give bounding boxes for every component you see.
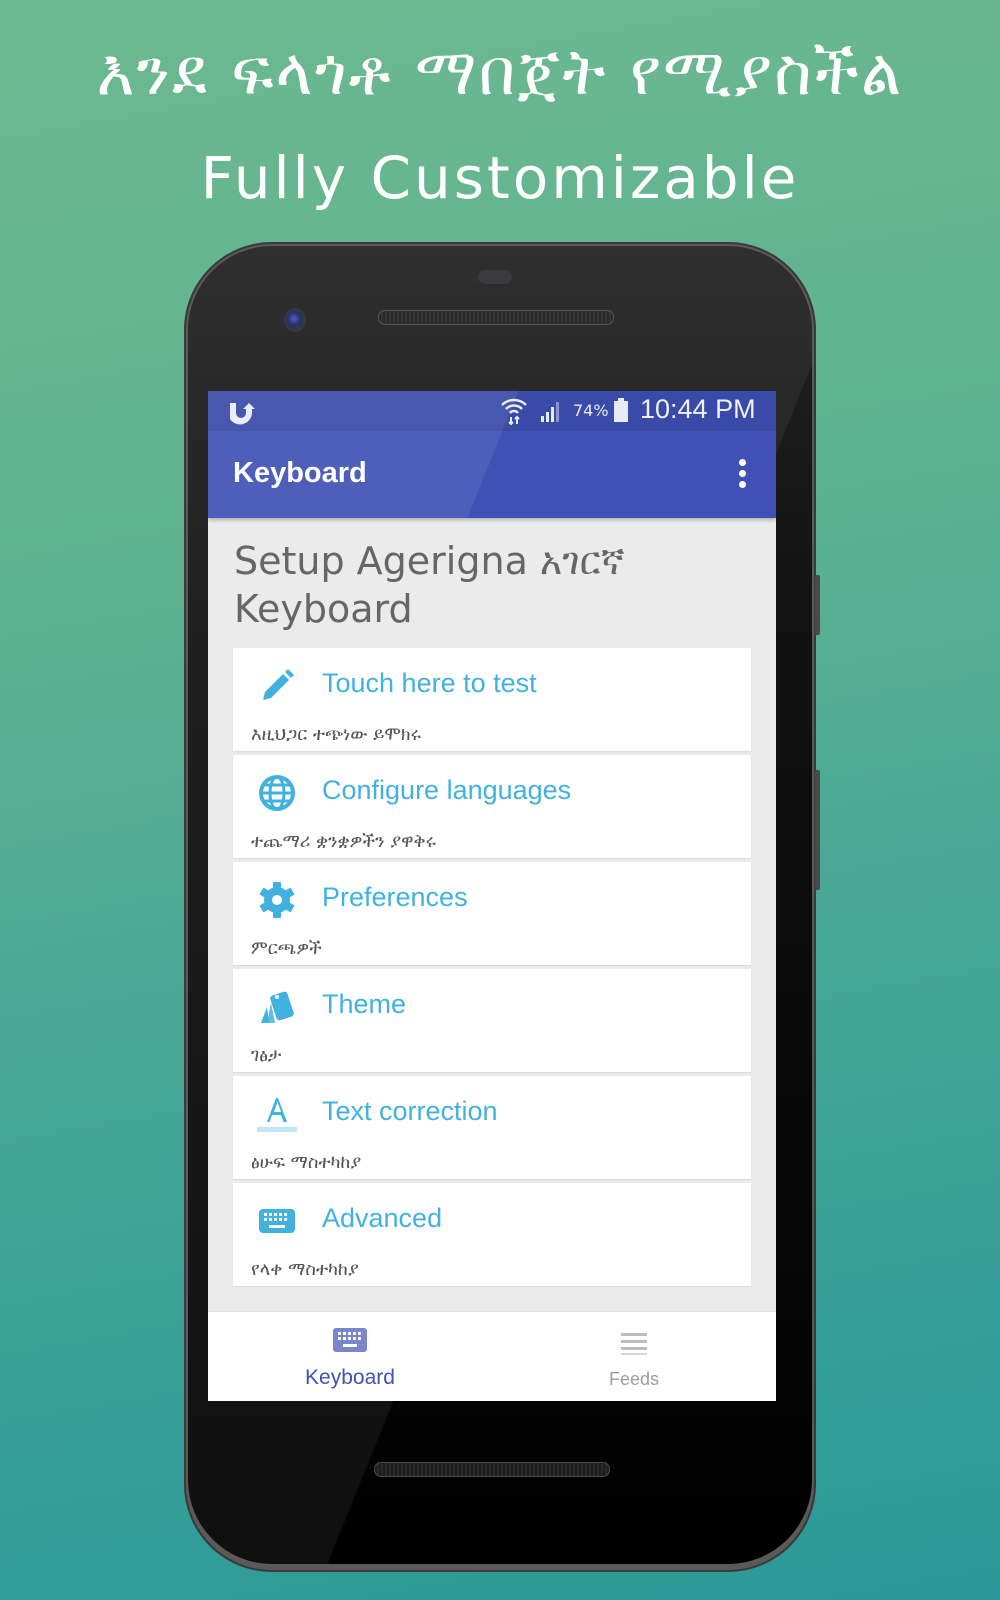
- app-bar-title: Keyboard: [233, 457, 367, 489]
- menu-lines-icon: [621, 1333, 647, 1355]
- nav-tab-keyboard[interactable]: Keyboard: [208, 1312, 492, 1401]
- bottom-speaker: [374, 1462, 610, 1477]
- phone-screen: 74% 10:44 PM Keyboard Setup Agerigna አገር…: [208, 391, 776, 1401]
- globe-icon: [259, 775, 295, 811]
- volume-button: [815, 575, 820, 635]
- nav-tab-feeds[interactable]: Feeds: [492, 1312, 776, 1401]
- menu-item-theme[interactable]: Theme ገፅታ: [233, 969, 751, 1072]
- proximity-sensor: [478, 270, 512, 284]
- settings-list: Touch here to test እዚህጋር ተጭነው ይሞክሩ Confi…: [233, 648, 751, 1290]
- menu-item-text-correction[interactable]: Text correction ፅሁፍ ማስተካከያ: [233, 1076, 751, 1179]
- menu-item-label: Preferences: [322, 882, 468, 912]
- uc-browser-icon: [230, 403, 255, 425]
- status-clock: 10:44 PM: [640, 394, 756, 424]
- menu-item-label: Touch here to test: [322, 668, 537, 698]
- menu-item-subtitle: ምርጫዎች: [251, 938, 322, 959]
- pencil-icon: [263, 669, 294, 700]
- menu-item-label: Theme: [322, 989, 407, 1019]
- menu-item-subtitle: ገፅታ: [251, 1045, 282, 1066]
- menu-item-label: Text correction: [322, 1096, 498, 1126]
- text-format-icon: [257, 1098, 297, 1132]
- cell-signal-icon: [541, 402, 559, 422]
- menu-item-subtitle: እዚህጋር ተጭነው ይሞክሩ: [251, 724, 421, 745]
- bottom-navigation: Keyboard Feeds: [208, 1311, 776, 1401]
- menu-item-preferences[interactable]: Preferences ምርጫዎች: [233, 862, 751, 965]
- battery-percent: 74%: [573, 401, 609, 420]
- menu-item-subtitle: የላቀ ማስተካከያ: [251, 1259, 359, 1280]
- theme-cards-icon: [261, 991, 294, 1023]
- earpiece-speaker: [378, 310, 614, 325]
- menu-item-subtitle: ፅሁፍ ማስተካከያ: [251, 1152, 362, 1173]
- nav-label-keyboard: Keyboard: [305, 1366, 395, 1389]
- promo-headline-english: Fully Customizable: [200, 144, 800, 212]
- battery-icon: [614, 398, 628, 422]
- gear-icon: [259, 882, 295, 918]
- power-button: [815, 770, 820, 890]
- menu-item-subtitle: ተጨማሪ ቋንቋዎችን ያዋቅሩ: [251, 831, 436, 852]
- menu-item-touch-test[interactable]: Touch here to test እዚህጋር ተጭነው ይሞክሩ: [233, 648, 751, 751]
- front-camera: [284, 308, 306, 332]
- app-bar: Keyboard: [208, 431, 776, 518]
- keyboard-icon: [333, 1328, 367, 1352]
- menu-item-configure-languages[interactable]: Configure languages ተጨማሪ ቋንቋዎችን ያዋቅሩ: [233, 755, 751, 858]
- promo-headline-amharic: እንደ ፍላጎቶ ማበጀት የሚያስችል: [96, 36, 904, 110]
- menu-item-advanced[interactable]: Advanced የላቀ ማስተካከያ: [233, 1183, 751, 1286]
- menu-item-label: Advanced: [322, 1203, 443, 1233]
- more-vert-icon[interactable]: [736, 459, 748, 491]
- status-bar: 74% 10:44 PM: [208, 391, 776, 431]
- setup-title: Setup Agerigna አገርኛ Keyboard: [234, 539, 625, 631]
- keyboard-icon: [259, 1209, 295, 1233]
- nav-label-feeds: Feeds: [608, 1369, 660, 1389]
- menu-item-label: Configure languages: [322, 775, 572, 805]
- wifi-icon: [501, 398, 527, 426]
